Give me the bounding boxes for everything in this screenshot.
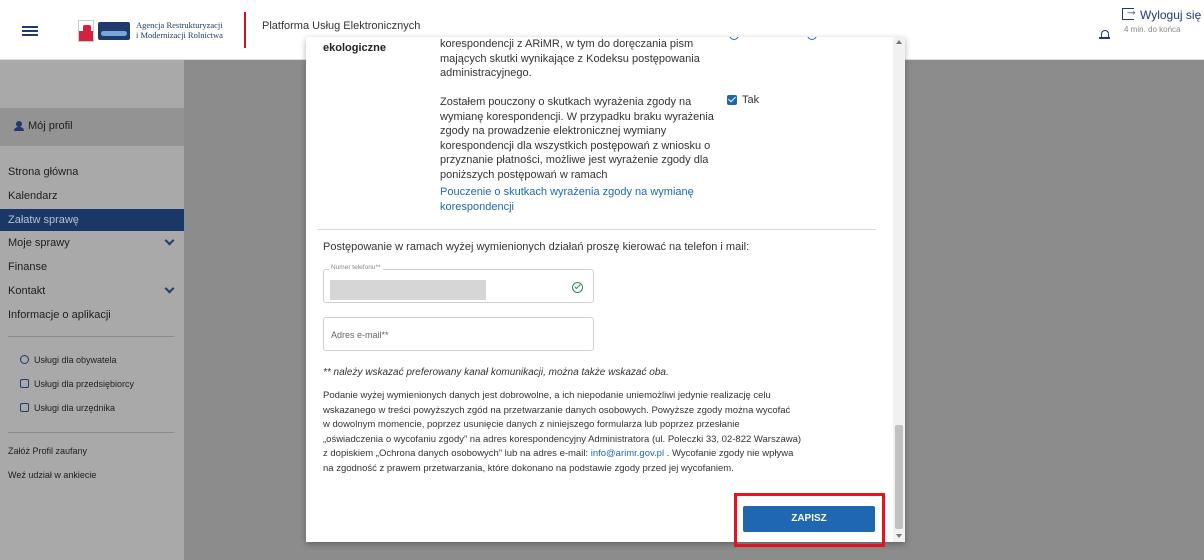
check-circle-icon (572, 282, 583, 293)
consent-intro: korespondencji z ARiMR, w tym do doręcza… (440, 37, 720, 81)
arimr-logo-icon (98, 22, 130, 40)
phone-field[interactable]: Numer telefonu** (323, 264, 594, 303)
logout-button[interactable]: Wyloguj się (1140, 8, 1201, 22)
sidebar-item-label: Usługi dla obywatela (34, 355, 117, 365)
privacy-line-tail: . Wycofanie zgody nie wpływa (664, 448, 794, 459)
eagle-icon (83, 25, 91, 32)
session-timer: 4 min. do końca (1124, 25, 1181, 34)
contact-heading: Postępowanie w ramach wyżej wymienionych… (323, 241, 750, 253)
consent-line: korespondencji dla wszystkich postępowań… (440, 139, 711, 152)
email-field-placeholder: Adres e-mail** (331, 330, 389, 340)
privacy-line: w dowolnym momencie, poprzez usunięcie d… (323, 419, 740, 430)
consent-intro-line: mających skutki wynikające z Kodeksu pos… (440, 52, 700, 65)
sidebar-item-label: Usługi dla przedsiębiorcy (34, 379, 135, 389)
agency-name-line2: i Modernizacji Rolnictwa (136, 30, 223, 40)
profile-label: Mój profil (28, 120, 73, 132)
sidebar-item-about[interactable]: Informacje o aplikacji (0, 304, 184, 326)
privacy-notice: Podanie wyżej wymienionych danych jest d… (323, 389, 883, 476)
channel-note: ** należy wskazać preferowany kanał komu… (323, 367, 669, 378)
sidebar-item-trusted-profile[interactable]: Załóż Profil zaufany (8, 446, 87, 456)
bell-icon[interactable] (1099, 30, 1110, 39)
consent-line: zgody na prowadzenie elektronicznej wymi… (440, 125, 667, 137)
radio-icon[interactable] (807, 37, 817, 40)
sidebar-item-official-services[interactable]: Usługi dla urzędnika (0, 398, 184, 418)
logout-icon[interactable] (1122, 3, 1138, 20)
agency-name: Agencja Restrukturyzacji i Modernizacji … (136, 20, 223, 40)
sidebar-item-label: Moje sprawy (8, 237, 70, 249)
briefcase-icon (20, 379, 29, 388)
chevron-down-icon (164, 235, 175, 246)
sidebar-item-handle-matter[interactable]: Załatw sprawę (0, 209, 184, 231)
privacy-line-text: z dopiskiem „Ochrona danych osobowych” l… (323, 448, 589, 459)
consent-intro-line: administracyjnego. (440, 67, 532, 79)
sidebar-item-home[interactable]: Strona główna (0, 161, 184, 183)
menu-icon[interactable] (22, 26, 38, 36)
person-icon (14, 121, 24, 131)
consent-modal: ekologiczne korespondencji z ARiMR, w ty… (306, 37, 905, 542)
sidebar: Mój profil Strona główna Kalendarz Załat… (0, 60, 184, 560)
consent-line: poniższych postępowań w ramach (440, 168, 608, 181)
agency-logo[interactable]: Agencja Restrukturyzacji i Modernizacji … (78, 18, 228, 48)
scroll-up-icon[interactable] (896, 40, 902, 44)
sidebar-item-business-services[interactable]: Usługi dla przedsiębiorcy (0, 374, 184, 394)
privacy-line: „oświadczenia o wycofaniu zgody” na adre… (323, 433, 802, 445)
privacy-line: Podanie wyżej wymienionych danych jest d… (323, 390, 771, 401)
poland-flag-icon (78, 20, 94, 42)
phone-field-label: Numer telefonu** (329, 264, 383, 271)
consent-row-label: ekologiczne (323, 42, 386, 54)
scroll-down-icon[interactable] (896, 534, 902, 538)
consent-checkbox[interactable] (727, 95, 737, 105)
modal-scrollbar[interactable] (893, 37, 905, 542)
sidebar-item-survey[interactable]: Weź udział w ankiecie (8, 470, 96, 480)
phone-field-value-redacted (330, 280, 486, 300)
chevron-down-icon (164, 283, 175, 294)
sidebar-item-calendar[interactable]: Kalendarz (0, 185, 184, 207)
sidebar-item-contact[interactable]: Kontakt (0, 280, 184, 302)
section-divider (317, 229, 876, 230)
consent-info-link-line: korespondencji (440, 200, 514, 213)
consent-intro-line: korespondencji z ARiMR, w tym do doręcza… (440, 38, 694, 50)
profile-link[interactable]: Mój profil (0, 108, 184, 146)
consent-line: przyznanie płatności, możliwe jest wyraż… (440, 154, 709, 166)
scroll-thumb[interactable] (895, 425, 903, 529)
radio-icon[interactable] (729, 37, 739, 40)
privacy-line: z dopiskiem „Ochrona danych osobowych” l… (323, 447, 883, 462)
sidebar-divider (8, 432, 174, 433)
privacy-line: wskazanego w treści powyższych zgód na p… (323, 404, 791, 416)
consent-info-link[interactable]: Pouczenie o skutkach wyrażenia zgody na … (440, 185, 720, 214)
person-icon (20, 355, 29, 364)
sidebar-item-label: Kontakt (8, 285, 46, 297)
privacy-line: na zgodność z prawem przetwarzania, któr… (323, 462, 734, 474)
email-field[interactable]: Adres e-mail** (323, 317, 594, 351)
platform-title: Platforma Usług Elektronicznych (262, 20, 421, 32)
sidebar-divider (8, 336, 174, 337)
agency-name-line1: Agencja Restrukturyzacji (136, 20, 223, 30)
sidebar-item-my-matters[interactable]: Moje sprawy (0, 232, 184, 254)
consent-line: wymianę korespondencji. W przypadku brak… (440, 110, 714, 123)
consent-line: Zostałem pouczony o skutkach wyrażenia z… (440, 96, 692, 108)
sidebar-item-label: Usługi dla urzędnika (34, 403, 116, 413)
sidebar-item-finance[interactable]: Finanse (0, 256, 184, 278)
consent-text: Zostałem pouczony o skutkach wyrażenia z… (440, 95, 720, 182)
header-divider (244, 12, 246, 48)
privacy-email-link[interactable]: info@arimr.gov.pl (591, 448, 664, 459)
consent-info-link-line: Pouczenie o skutkach wyrażenia zgody na … (440, 186, 694, 198)
save-button-highlight (734, 493, 885, 547)
monitor-icon (20, 403, 29, 412)
sidebar-item-citizen-services[interactable]: Usługi dla obywatela (0, 350, 184, 370)
consent-checkbox-label[interactable]: Tak (742, 94, 759, 106)
